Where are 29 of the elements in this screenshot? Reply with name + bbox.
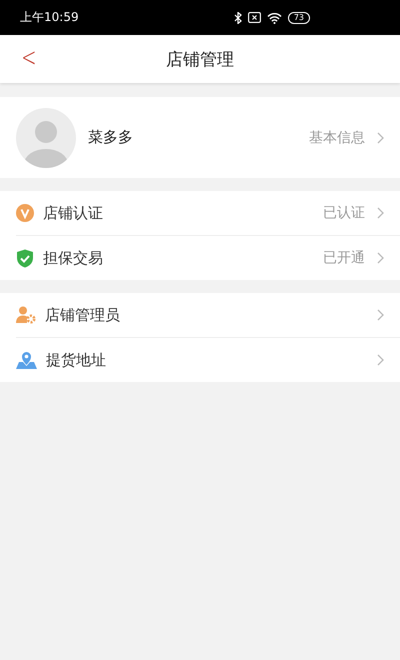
bluetooth-icon: [234, 12, 242, 24]
shop-name: 菜多多: [88, 128, 134, 147]
chevron-icon: [377, 132, 384, 144]
chevron-icon: [377, 354, 384, 366]
chevron-icon: [377, 309, 384, 321]
profile-row[interactable]: 菜多多 基本信息: [0, 97, 400, 178]
menu-item[interactable]: 提货地址: [16, 338, 400, 382]
no-sim-icon: [248, 12, 261, 23]
shield-check-icon: [16, 248, 34, 268]
battery-icon: 73: [288, 12, 310, 24]
user-gear-icon: [16, 306, 36, 324]
wifi-icon: [266, 12, 282, 24]
status-text: 已认证: [323, 204, 365, 222]
chevron-icon: [377, 207, 384, 219]
menu-item[interactable]: 店铺认证 已认证: [16, 191, 400, 236]
page-title: 店铺管理: [166, 48, 234, 70]
menu-label: 担保交易: [43, 248, 104, 268]
verified-badge-icon: [16, 204, 34, 222]
map-pin-icon: [16, 351, 37, 369]
status-text: 已开通: [323, 249, 365, 267]
basic-info-link: 基本信息: [309, 128, 365, 146]
menu-item[interactable]: 店铺管理员: [16, 293, 400, 338]
menu-label: 提货地址: [46, 350, 107, 370]
menu-label: 店铺认证: [43, 204, 104, 222]
chevron-icon: [377, 252, 384, 264]
menu-item[interactable]: 担保交易 已开通: [16, 236, 400, 280]
back-button[interactable]: <: [17, 43, 41, 73]
status-time: 上午10:59: [20, 9, 79, 26]
menu-label: 店铺管理员: [45, 306, 121, 324]
